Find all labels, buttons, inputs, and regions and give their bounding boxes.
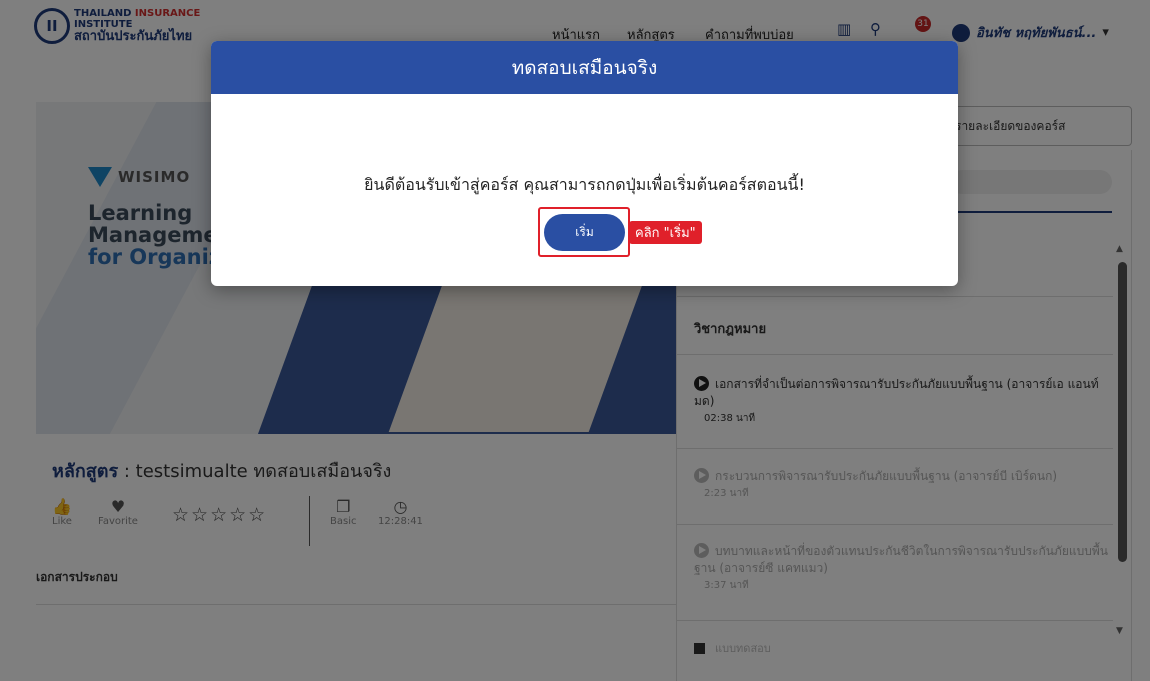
click-hint-label: คลิก "เริ่ม" bbox=[629, 221, 702, 244]
start-button-highlight: เริ่ม bbox=[538, 207, 630, 257]
welcome-modal: ทดสอบเสมือนจริง ยินดีต้อนรับเข้าสู่คอร์ส… bbox=[211, 41, 958, 286]
start-button[interactable]: เริ่ม bbox=[544, 214, 625, 251]
modal-message: ยินดีต้อนรับเข้าสู่คอร์ส คุณสามารถกดปุ่ม… bbox=[364, 175, 805, 194]
modal-title: ทดสอบเสมือนจริง bbox=[211, 41, 958, 94]
